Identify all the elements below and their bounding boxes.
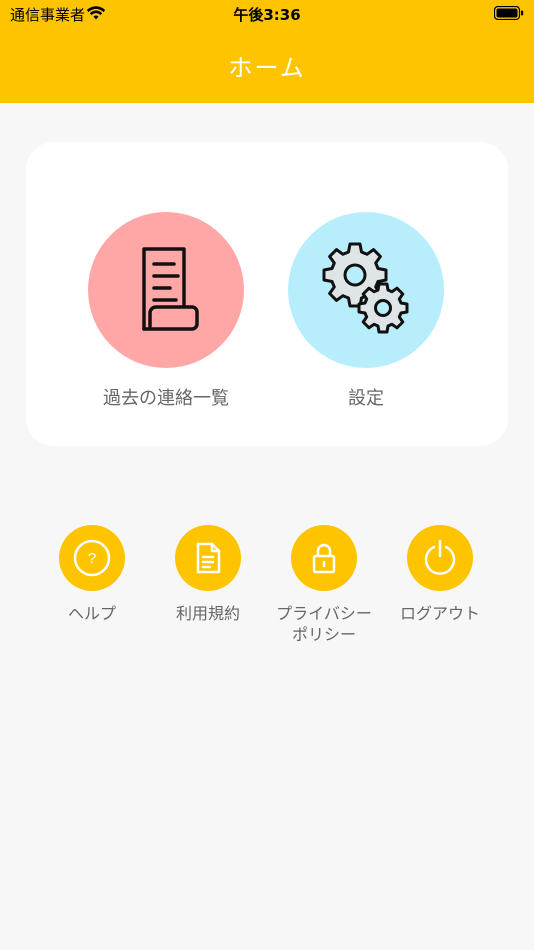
lock-icon [312, 543, 336, 574]
battery-icon [493, 5, 524, 24]
svg-text:?: ? [88, 550, 96, 567]
terms-button[interactable]: 利用規約 [150, 525, 266, 624]
help-icon: ? [73, 539, 111, 577]
app-header: 通信事業者 午後3:36 ホーム [0, 0, 534, 103]
help-button[interactable]: ? ヘルプ [34, 525, 150, 624]
document-icon [196, 542, 221, 574]
privacy-label: プライバシー ポリシー [266, 603, 382, 645]
document-list-icon [142, 247, 199, 331]
help-circle[interactable]: ? [59, 525, 125, 591]
main-menu-card: 過去の連絡一覧 設定 [26, 142, 508, 446]
terms-label: 利用規約 [175, 604, 240, 623]
settings-circle[interactable] [288, 212, 444, 368]
privacy-label-line2: ポリシー [291, 625, 356, 644]
settings-button[interactable]: 設定 [276, 212, 456, 410]
gears-icon [322, 242, 409, 334]
terms-circle[interactable] [175, 525, 241, 591]
help-label: ヘルプ [67, 604, 116, 623]
history-circle[interactable] [88, 212, 244, 368]
page-title: ホーム [228, 54, 306, 82]
privacy-label-line1: プライバシー [276, 604, 372, 623]
settings-label: 設定 [348, 388, 384, 409]
status-bar: 通信事業者 午後3:36 [0, 0, 534, 28]
privacy-circle[interactable] [291, 525, 357, 591]
logout-button[interactable]: ログアウト [382, 525, 498, 624]
history-button[interactable]: 過去の連絡一覧 [76, 212, 256, 410]
power-icon [424, 539, 456, 575]
logout-label: ログアウト [399, 604, 480, 623]
status-time: 午後3:36 [233, 6, 301, 24]
history-label: 過去の連絡一覧 [103, 388, 229, 409]
logout-circle[interactable] [407, 525, 473, 591]
privacy-policy-button[interactable]: プライバシー ポリシー [266, 525, 382, 645]
